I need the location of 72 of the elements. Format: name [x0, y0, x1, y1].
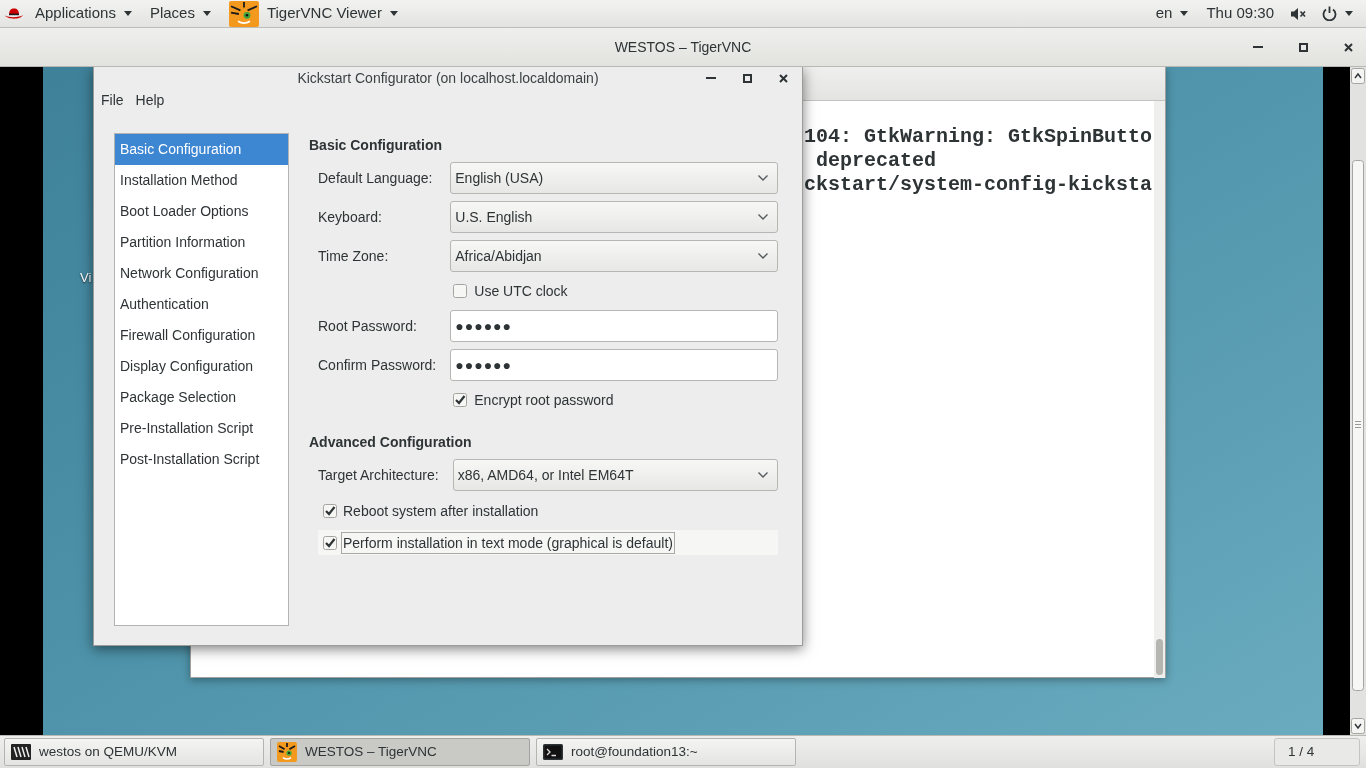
- terminal-line: deprecated: [815, 149, 937, 173]
- chevron-down-icon: [758, 472, 768, 478]
- dropdown[interactable]: U.S. English: [450, 201, 778, 233]
- field-label: Time Zone:: [318, 246, 390, 266]
- sidebar-item[interactable]: Partition Information: [115, 227, 288, 258]
- sidebar-item[interactable]: Post-Installation Script: [115, 444, 288, 475]
- caret-icon: [1180, 11, 1189, 16]
- close-icon[interactable]: [1344, 42, 1353, 52]
- window-title: Kickstart Configurator (on localhost.localdomain): [297, 68, 599, 88]
- chevron-down-icon: [758, 214, 768, 220]
- taskbar-button[interactable]: root@foundation13:~: [536, 738, 796, 766]
- field-label: Root Password:: [318, 316, 418, 336]
- sidebar-item[interactable]: Authentication: [115, 289, 288, 320]
- section-heading: Basic Configuration: [309, 136, 442, 154]
- menu-button[interactable]: Applications: [26, 0, 141, 27]
- language-menu[interactable]: en: [1146, 0, 1198, 27]
- terminal-line: 104: GtkWarning: GtkSpinButto: [804, 125, 1153, 149]
- section-heading: Advanced Configuration: [309, 433, 472, 451]
- taskbar-button[interactable]: westos on QEMU/KVM: [4, 738, 264, 766]
- menu-button[interactable]: Places: [140, 0, 220, 27]
- sidebar-item[interactable]: Basic Configuration: [115, 134, 288, 165]
- sidebar-item[interactable]: Network Configuration: [115, 258, 288, 289]
- field-label: Target Architecture:: [318, 465, 439, 485]
- checkbox[interactable]: [323, 503, 337, 518]
- terminal-icon: [543, 744, 563, 760]
- volume-muted-icon[interactable]: [1290, 5, 1306, 22]
- menu-button[interactable]: TigerVNC Viewer: [219, 0, 407, 27]
- caret-icon: [1345, 11, 1353, 16]
- taskbar-button[interactable]: WESTOS – TigerVNC: [270, 738, 530, 766]
- scrollbar[interactable]: [1350, 67, 1366, 735]
- desktop-icon-label[interactable]: Vi: [80, 270, 92, 286]
- field-label: Default Language:: [318, 168, 434, 188]
- sidebar-item[interactable]: Boot Loader Options: [115, 196, 288, 227]
- app-icon: [277, 742, 297, 762]
- sidebar-item[interactable]: Display Configuration: [115, 351, 288, 382]
- close-icon[interactable]: [779, 73, 788, 83]
- scrollbar[interactable]: [1154, 101, 1165, 678]
- password-field[interactable]: ●●●●●●: [450, 310, 778, 342]
- sidebar-item[interactable]: Installation Method: [115, 165, 288, 196]
- chevron-down-icon: [758, 175, 768, 181]
- sidebar-item[interactable]: Package Selection: [115, 382, 288, 413]
- maximize-icon[interactable]: [1299, 42, 1308, 52]
- caret-icon: [123, 11, 132, 16]
- terminal-line: ckstart/system-config-kicksta: [804, 173, 1153, 197]
- password-field[interactable]: ●●●●●●: [450, 349, 778, 381]
- dropdown[interactable]: Africa/Abidjan: [450, 240, 778, 272]
- sidebar-item[interactable]: Pre-Installation Script: [115, 413, 288, 444]
- checkbox-label[interactable]: Perform installation in text mode (graphical is default): [341, 531, 675, 554]
- checkbox-label[interactable]: Use UTC clock: [474, 280, 568, 302]
- field-label: Keyboard:: [318, 207, 383, 227]
- field-label: Confirm Password:: [318, 355, 437, 375]
- checkbox[interactable]: [453, 284, 468, 298]
- caret-icon: [389, 11, 398, 16]
- dropdown[interactable]: English (USA): [450, 162, 778, 194]
- menu-item[interactable]: Help: [129, 90, 171, 110]
- workspace-indicator[interactable]: 1 / 4: [1274, 738, 1360, 766]
- window-title: WESTOS – TigerVNC: [614, 37, 752, 57]
- checkbox[interactable]: [453, 393, 468, 407]
- app-icon: [11, 744, 31, 760]
- caret-icon: [202, 11, 211, 16]
- checkbox-label[interactable]: Encrypt root password: [474, 389, 614, 411]
- power-icon: [1322, 6, 1337, 21]
- app-icon: [228, 0, 259, 27]
- hat-icon[interactable]: [5, 7, 23, 20]
- sidebar-item[interactable]: Firewall Configuration: [115, 320, 288, 351]
- dropdown[interactable]: x86, AMD64, or Intel EM64T: [452, 459, 778, 491]
- clock[interactable]: Thu 09:30: [1197, 0, 1283, 27]
- checkbox-label[interactable]: Reboot system after installation: [341, 499, 541, 522]
- chevron-down-icon: [758, 253, 768, 259]
- maximize-icon[interactable]: [743, 73, 752, 83]
- checkbox[interactable]: [323, 535, 337, 550]
- menu-item[interactable]: File: [95, 90, 130, 110]
